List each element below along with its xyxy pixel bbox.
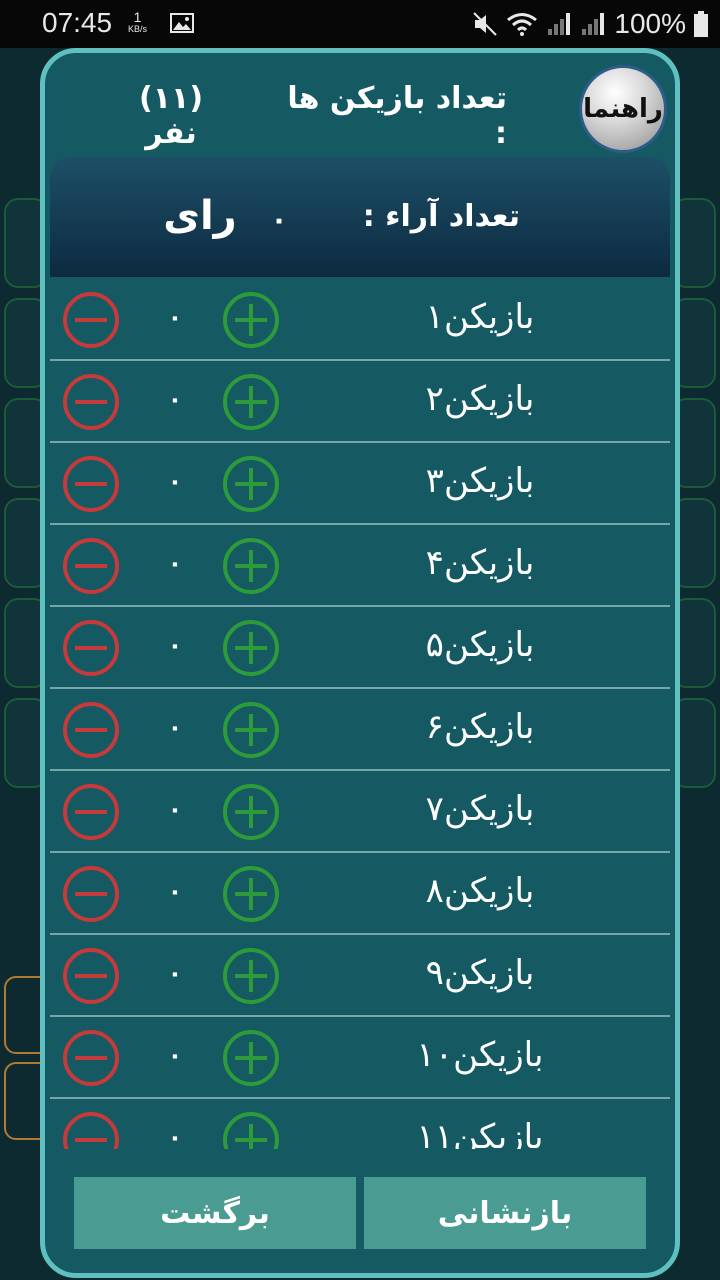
minus-icon[interactable] [62,701,120,759]
plus-icon[interactable] [222,373,280,431]
player-row: ۰ بازیکن۷ [50,771,670,853]
minus-icon[interactable] [62,865,120,923]
player-row: ۰ بازیکن۵ [50,607,670,689]
status-right: 100% [472,8,708,40]
plus-icon[interactable] [222,1111,280,1149]
players-count-label: تعداد بازیکن ها : [287,81,507,151]
player-row: ۰ بازیکن۴ [50,525,670,607]
player-votes: ۰ [167,303,183,331]
player-votes: ۰ [167,959,183,987]
player-row: ۰ بازیکن۱۱ [50,1099,670,1149]
reset-button[interactable]: بازنشانی [364,1177,646,1249]
player-votes: ۰ [167,713,183,741]
plus-icon[interactable] [222,455,280,513]
plus-icon[interactable] [222,701,280,759]
vote-dialog: راهنما تعداد بازیکن ها : (۱۱) نفر تعداد … [40,48,680,1278]
back-button[interactable]: برگشت [74,1177,356,1249]
image-icon [170,13,194,33]
plus-icon[interactable] [222,865,280,923]
signal-icon [548,13,571,35]
minus-icon[interactable] [62,455,120,513]
signal-icon-2 [582,13,605,35]
plus-icon[interactable] [222,619,280,677]
status-time: 07:45 [42,7,113,38]
player-row: ۰ بازیکن۱ [50,279,670,361]
plus-icon[interactable] [222,291,280,349]
player-votes: ۰ [167,385,183,413]
player-row: ۰ بازیکن۹ [50,935,670,1017]
minus-icon[interactable] [62,1111,120,1149]
player-row: ۰ بازیکن۳ [50,443,670,525]
battery-percent: 100% [614,8,686,39]
minus-icon[interactable] [62,783,120,841]
player-name: بازیکن۱ [425,297,535,337]
minus-icon[interactable] [62,373,120,431]
wifi-icon [507,13,538,36]
players-count-value: (۱۱) نفر [138,81,204,151]
minus-icon[interactable] [62,619,120,677]
network-speed-value: 1 [133,9,142,25]
player-name: بازیکن۷ [425,789,535,829]
player-row: ۰ بازیکن۱۰ [50,1017,670,1099]
player-name: بازیکن۲ [425,379,535,419]
player-votes: ۰ [167,1123,183,1149]
player-votes: ۰ [167,631,183,659]
plus-icon[interactable] [222,537,280,595]
minus-icon[interactable] [62,537,120,595]
help-button[interactable]: راهنما [579,65,667,153]
player-row: ۰ بازیکن۸ [50,853,670,935]
player-name: بازیکن۴ [425,543,535,583]
player-votes: ۰ [167,467,183,495]
votes-summary-panel: تعداد آراء : ۰ رای [50,157,670,277]
minus-icon[interactable] [62,947,120,1005]
player-row: ۰ بازیکن۲ [50,361,670,443]
network-speed-unit: KB/s [128,24,148,34]
player-votes: ۰ [167,877,183,905]
mute-icon [473,12,498,36]
player-name: بازیکن۶ [425,707,535,747]
votes-unit-label: رای [163,193,237,239]
plus-icon[interactable] [222,1029,280,1087]
player-votes: ۰ [167,549,183,577]
player-row: ۰ بازیکن۶ [50,689,670,771]
plus-icon[interactable] [222,783,280,841]
network-speed: 1 KB/s [128,10,147,34]
votes-count-label: تعداد آراء : [362,199,520,234]
player-votes: ۰ [167,795,183,823]
player-list[interactable]: ۰ بازیکن۱ ۰ بازیکن۲ ۰ بازیکن۳ ۰ بازیکن۴ … [50,279,670,1149]
minus-icon[interactable] [62,1029,120,1087]
player-name: بازیکن۵ [425,625,535,665]
player-votes: ۰ [167,1041,183,1069]
minus-icon[interactable] [62,291,120,349]
player-name: بازیکن۳ [425,461,535,501]
dialog-header: راهنما تعداد بازیکن ها : (۱۱) نفر [45,53,675,157]
player-name: بازیکن۱۱ [416,1117,544,1149]
player-name: بازیکن۸ [425,871,535,911]
plus-icon[interactable] [222,947,280,1005]
battery-icon [694,11,708,37]
status-bar: 07:45 1 KB/s 100% [0,0,720,48]
player-name: بازیکن۹ [425,953,535,993]
votes-count-value: ۰ [270,203,288,236]
player-name: بازیکن۱۰ [416,1035,544,1075]
